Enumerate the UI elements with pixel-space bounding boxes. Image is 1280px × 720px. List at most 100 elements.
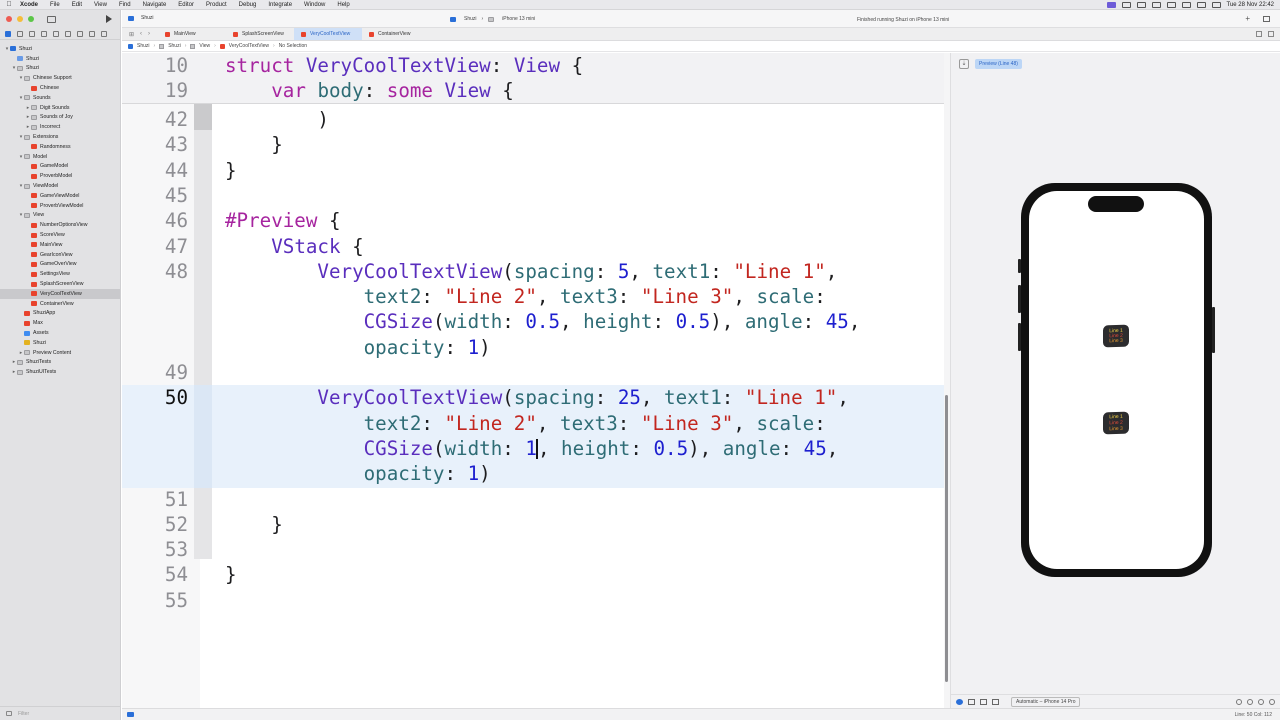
preview-selector-button[interactable]: Preview (Line 48) <box>975 59 1022 69</box>
navigator-item[interactable]: Chinese <box>0 83 120 93</box>
selectable-mode-icon[interactable] <box>968 698 975 705</box>
debug-area-toggle-icon[interactable] <box>127 712 134 717</box>
tab-containerview[interactable]: ContainerView <box>362 28 430 40</box>
test-navigator-icon[interactable] <box>65 30 71 37</box>
menu-integrate[interactable]: Integrate <box>262 0 298 10</box>
navigator-item[interactable]: ▸ Sounds of Joy <box>0 113 120 123</box>
breadcrumb-item[interactable]: View <box>199 43 210 49</box>
navigator-item[interactable]: ShuziApp <box>0 309 120 319</box>
menu-edit[interactable]: Edit <box>66 0 88 10</box>
preview-screen[interactable]: Line 1 Line 2 Line 3 Line 1 Line 2 Line … <box>1029 191 1204 569</box>
zoom-fit-icon[interactable] <box>1247 699 1253 705</box>
code-line[interactable]: text2: "Line 2", text3: "Line 3", scale: <box>122 411 944 436</box>
scroll-thumb[interactable] <box>945 395 948 682</box>
menu-file[interactable]: File <box>44 0 66 10</box>
control-center-icon[interactable] <box>1211 2 1221 8</box>
navigator-item[interactable]: ▾ View <box>0 211 120 221</box>
code-line[interactable]: CGSize(width: 0.5, height: 0.5), angle: … <box>122 309 944 334</box>
report-navigator-icon[interactable] <box>101 30 107 37</box>
menu-debug[interactable]: Debug <box>233 0 263 10</box>
navigator-item[interactable]: ▾ ViewModel <box>0 181 120 191</box>
navigator-item[interactable]: GearIconView <box>0 250 120 260</box>
navigator-item[interactable]: ▸ Preview Content <box>0 348 120 358</box>
source-editor[interactable]: 42 ) 43 } 44} 45 46 #Preview {47 VStack {48 V… <box>122 53 944 708</box>
back-icon[interactable]: ‹ <box>140 31 142 37</box>
close-window-icon[interactable] <box>6 16 12 22</box>
navigator-item[interactable]: ▸ Digit Sounds <box>0 103 120 113</box>
menu-editor[interactable]: Editor <box>172 0 200 10</box>
project-title[interactable]: Shuzi <box>128 15 154 21</box>
variants-icon[interactable] <box>980 698 987 705</box>
live-mode-icon[interactable] <box>956 698 963 705</box>
battery-icon[interactable] <box>1166 2 1176 8</box>
tab-mainview[interactable]: MainView <box>158 28 226 40</box>
window-icon[interactable] <box>1136 2 1146 8</box>
tab-verycooltextview[interactable]: VeryCoolTextView <box>294 28 362 40</box>
scheme-selector[interactable]: Shuzi › iPhone 13 mini <box>450 14 535 24</box>
code-line[interactable]: 47 VStack { <box>122 234 944 259</box>
sidebar-toggle-icon[interactable] <box>47 15 56 23</box>
breadcrumb-item[interactable]: No Selection <box>279 43 307 49</box>
inspector-toggle-icon[interactable] <box>1263 16 1270 22</box>
sticky-scope-header[interactable]: 10 struct VeryCoolTextView: View {19 var … <box>122 53 944 104</box>
zoom-window-icon[interactable] <box>28 16 34 22</box>
find-navigator-icon[interactable] <box>41 30 47 37</box>
code-line[interactable]: 45 <box>122 183 944 208</box>
navigator-item[interactable]: ProverbModel <box>0 171 120 181</box>
navigator-item[interactable]: ▾ Sounds <box>0 93 120 103</box>
menu-view[interactable]: View <box>88 0 113 10</box>
menu-help[interactable]: Help <box>331 0 355 10</box>
keyboard-icon[interactable] <box>1151 2 1161 8</box>
project-navigator-icon[interactable] <box>5 30 11 37</box>
code-line[interactable]: 19 var body: some View { <box>122 78 944 103</box>
code-line[interactable]: 51 <box>122 487 944 512</box>
debug-navigator-icon[interactable] <box>77 30 83 37</box>
navigator-item[interactable]: ProverbViewModel <box>0 201 120 211</box>
code-line[interactable]: opacity: 1) <box>122 335 944 360</box>
code-line[interactable]: text2: "Line 2", text3: "Line 3", scale: <box>122 284 944 309</box>
navigator-item[interactable]: SettingsView <box>0 269 120 279</box>
code-line[interactable]: CGSize(width: 1, height: 0.5), angle: 45… <box>122 436 944 461</box>
navigator-item[interactable]: GameOverView <box>0 260 120 270</box>
wifi-icon[interactable] <box>1181 2 1191 8</box>
navigator-item[interactable]: ContainerView <box>0 299 120 309</box>
menu-app[interactable]: Xcode <box>14 0 44 10</box>
code-line[interactable]: 42 ) <box>122 107 944 132</box>
code-line[interactable]: 50 VeryCoolTextView(spacing: 25, text1: … <box>122 385 944 410</box>
navigator-item[interactable]: ScoreView <box>0 230 120 240</box>
minimize-window-icon[interactable] <box>17 16 23 22</box>
code-line[interactable]: 48 VeryCoolTextView(spacing: 5, text1: "… <box>122 259 944 284</box>
navigator-item[interactable]: ▸ ShuziUITests <box>0 367 120 377</box>
navigator-item[interactable]: Randomness <box>0 142 120 152</box>
code-line[interactable]: 53 <box>122 537 944 562</box>
zoom-actual-icon[interactable] <box>1258 699 1264 705</box>
device-settings-icon[interactable] <box>992 698 999 705</box>
code-line[interactable]: 54} <box>122 562 944 587</box>
breadcrumb-item[interactable]: Shuzi <box>137 43 150 49</box>
search-icon[interactable] <box>1196 2 1206 8</box>
screen-record-icon[interactable] <box>1106 2 1116 8</box>
source-control-icon[interactable] <box>17 30 23 37</box>
navigator-item[interactable]: Shuzi <box>0 338 120 348</box>
navigator-item[interactable]: Assets <box>0 328 120 338</box>
navigator-item[interactable]: ▸ ShuziTests <box>0 358 120 368</box>
code-line[interactable]: 46 #Preview { <box>122 208 944 233</box>
code-line[interactable]: opacity: 1) <box>122 461 944 486</box>
code-line[interactable]: 44} <box>122 158 944 183</box>
pin-preview-icon[interactable]: ⇣ <box>959 59 969 69</box>
issue-navigator-icon[interactable] <box>53 30 59 37</box>
apple-icon[interactable]:  <box>4 1 14 8</box>
navigator-item[interactable]: ▾ Chinese Support <box>0 73 120 83</box>
navigator-item[interactable]: Max <box>0 318 120 328</box>
navigator-item[interactable]: ▾ Shuzi <box>0 44 120 54</box>
navigator-item[interactable]: MainView <box>0 240 120 250</box>
navigator-item[interactable]: SplashScreenView <box>0 279 120 289</box>
navigator-item[interactable]: VeryCoolTextView <box>0 288 120 299</box>
navigator-item[interactable]: ▾ Model <box>0 152 120 162</box>
navigator-item[interactable]: GameModel <box>0 162 120 172</box>
zoom-in-icon[interactable] <box>1269 699 1275 705</box>
add-icon[interactable]: + <box>1245 14 1250 23</box>
related-items-icon[interactable]: ⊞ <box>129 31 134 38</box>
navigator-item[interactable]: Shuzi <box>0 54 120 64</box>
navigator-item[interactable]: NumberOptionsView <box>0 220 120 230</box>
